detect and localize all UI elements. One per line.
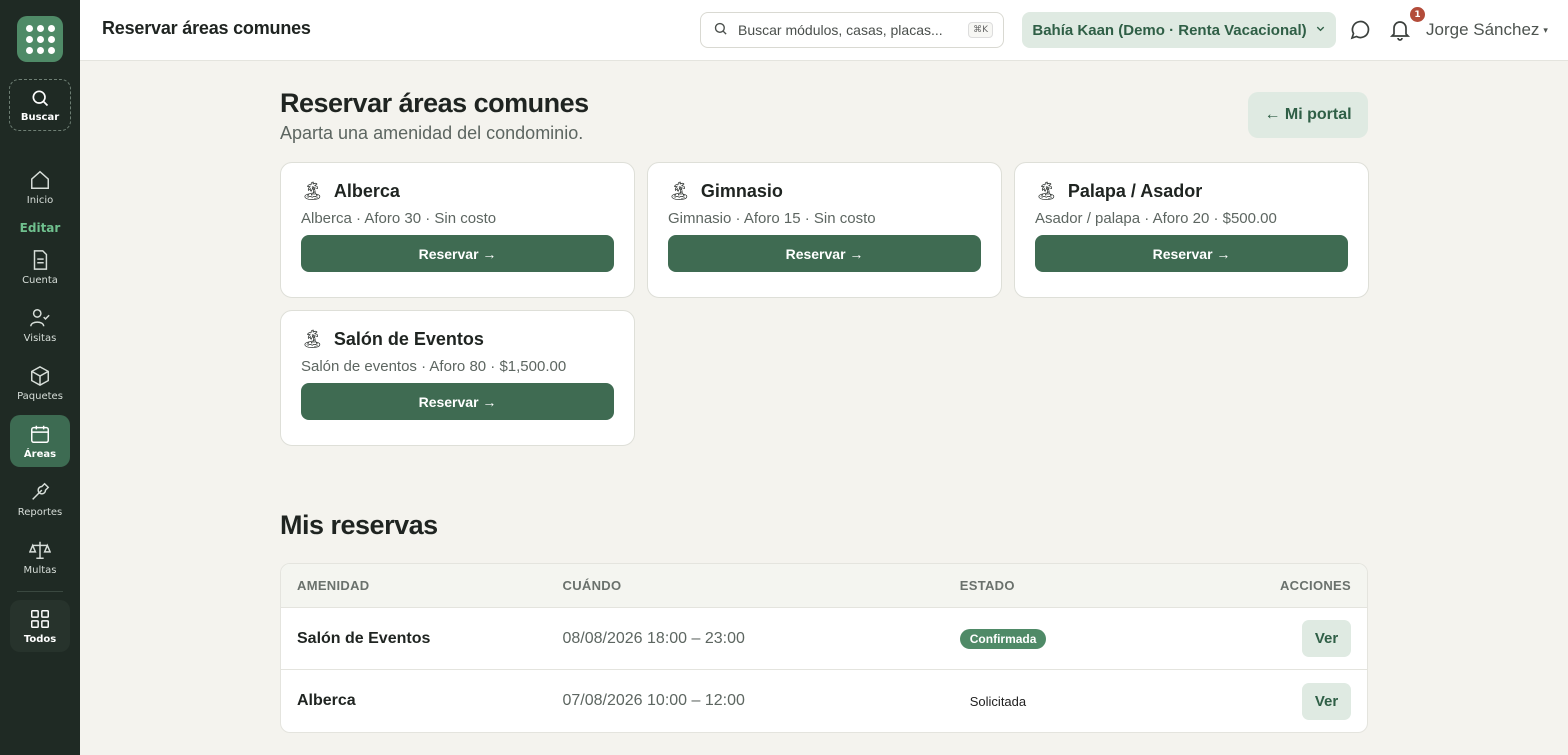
sidebar-item-label: Cuenta <box>22 274 58 286</box>
chat-icon[interactable] <box>1348 18 1372 46</box>
caret-down-icon: ▾ <box>1543 25 1548 36</box>
sidebar-item-reportes[interactable]: Reportes <box>10 473 70 525</box>
page-subtitle: Aparta una amenidad del condominio. <box>280 123 584 143</box>
sidebar-item-inicio[interactable]: Inicio <box>10 161 70 213</box>
column-header: ESTADO <box>959 578 1015 593</box>
sidebar-item-paquetes[interactable]: Paquetes <box>10 357 70 409</box>
column-header: AMENIDAD <box>297 578 370 593</box>
global-search[interactable]: ⌘K <box>700 12 1004 48</box>
amenity-title: Salón de Eventos <box>333 329 484 349</box>
calendar-icon <box>29 423 51 445</box>
sidebar-divider <box>17 591 63 592</box>
reservation-amenity: Alberca <box>297 692 356 709</box>
reservations-title: Mis reservas <box>280 510 438 540</box>
table-row: Alberca 07/08/2026 10:00 – 12:00 Solicit… <box>281 670 1367 732</box>
search-icon <box>713 21 728 40</box>
sidebar-item-areas[interactable]: Áreas <box>10 415 70 467</box>
amenity-title: Gimnasio <box>700 181 783 201</box>
sidebar-item-todos[interactable]: Todos <box>10 600 70 652</box>
sidebar-item-label: Visitas <box>23 332 57 344</box>
my-portal-button[interactable]: ← Mi portal <box>1248 92 1368 138</box>
wrench-icon <box>29 481 51 503</box>
chevron-down-icon <box>1315 23 1326 37</box>
grid-icon <box>29 608 51 630</box>
topbar: Reservar áreas comunes ⌘K Bahía Kaan (De… <box>80 0 1568 61</box>
reservation-amenity: Salón de Eventos <box>297 629 431 647</box>
amenity-title: Alberca <box>333 181 400 201</box>
home-icon <box>29 169 51 191</box>
sidebar-section-editar: Editar <box>19 221 61 235</box>
search-icon <box>30 88 50 108</box>
notification-badge: 1 <box>1410 7 1425 22</box>
palm-tree-icon: 🏝 <box>301 329 324 350</box>
table-header: AMENIDAD CUÁNDO ESTADO ACCIONES <box>281 564 1367 608</box>
topbar-title: Reservar áreas comunes <box>102 18 311 38</box>
user-menu[interactable]: Jorge Sánchez ▾ <box>1426 20 1548 40</box>
palm-tree-icon: 🏝 <box>301 181 324 202</box>
column-header: CUÁNDO <box>562 578 622 593</box>
reserve-button[interactable]: Reservar → <box>668 235 981 272</box>
tenant-selector[interactable]: Bahía Kaan (Demo · Renta Vacacional) <box>1022 12 1336 48</box>
sidebar-item-label: Áreas <box>23 448 57 460</box>
reserve-button[interactable]: Reservar → <box>1035 235 1348 272</box>
main-content: Reservar áreas comunes Aparta una amenid… <box>280 88 1369 733</box>
amenity-meta: Asador / palapa · Aforo 20 · $500.00 <box>1035 210 1277 227</box>
reservation-when: 08/08/2026 18:00 – 23:00 <box>562 629 745 647</box>
reserve-button[interactable]: Reservar → <box>301 235 614 272</box>
amenity-card-gimnasio: 🏝 Gimnasio Gimnasio · Aforo 15 · Sin cos… <box>647 162 1002 298</box>
status-badge: Solicitada <box>969 693 1027 709</box>
sidebar-search-button[interactable]: Buscar <box>9 79 71 131</box>
amenity-meta: Alberca · Aforo 30 · Sin costo <box>301 210 497 227</box>
user-name: Jorge Sánchez <box>1426 20 1540 39</box>
sidebar-item-label: Reportes <box>17 506 63 518</box>
app-logo-grid-icon[interactable] <box>17 16 63 62</box>
view-button[interactable]: Ver <box>1302 682 1352 720</box>
bell-icon[interactable] <box>1388 17 1412 45</box>
amenity-card-palapa: 🏝 Palapa / Asador Asador / palapa · Afor… <box>1014 162 1369 298</box>
sidebar: Buscar Inicio Editar Cuenta Visitas Paqu… <box>0 0 80 755</box>
sidebar-item-cuenta[interactable]: Cuenta <box>10 241 70 293</box>
sidebar-item-label: Paquetes <box>17 390 63 402</box>
view-button[interactable]: Ver <box>1302 620 1352 657</box>
column-header: ACCIONES <box>1279 578 1352 593</box>
reservation-when: 07/08/2026 10:00 – 12:00 <box>562 692 745 709</box>
search-input[interactable] <box>738 22 969 38</box>
amenity-meta: Gimnasio · Aforo 15 · Sin costo <box>668 210 876 227</box>
amenity-cards: 🏝 Alberca Alberca · Aforo 30 · Sin costo… <box>280 162 1369 446</box>
amenity-title: Palapa / Asador <box>1067 181 1203 201</box>
sidebar-search-label: Buscar <box>20 111 60 123</box>
tenant-name: Bahía Kaan (Demo · Renta Vacacional) <box>1032 21 1307 39</box>
sidebar-item-label: Inicio <box>26 194 54 206</box>
reservations-table: AMENIDAD CUÁNDO ESTADO ACCIONES Salón de… <box>280 563 1368 733</box>
sidebar-item-label: Todos <box>23 633 57 645</box>
reserve-button[interactable]: Reservar → <box>301 383 614 420</box>
amenity-card-salon: 🏝 Salón de Eventos Salón de eventos · Af… <box>280 310 635 446</box>
palm-tree-icon: 🏝 <box>668 181 691 202</box>
sidebar-item-visitas[interactable]: Visitas <box>10 299 70 351</box>
sidebar-item-label: Multas <box>23 564 57 576</box>
package-icon <box>29 365 51 387</box>
sidebar-item-multas[interactable]: Multas <box>10 531 70 583</box>
scale-icon <box>29 539 51 561</box>
user-check-icon <box>29 307 51 329</box>
shortcut-hint: ⌘K <box>968 22 993 38</box>
page-title: Reservar áreas comunes <box>280 88 589 118</box>
table-row: Salón de Eventos 08/08/2026 18:00 – 23:0… <box>281 608 1367 670</box>
document-icon <box>29 249 51 271</box>
amenity-meta: Salón de eventos · Aforo 80 · $1,500.00 <box>301 358 567 375</box>
amenity-card-alberca: 🏝 Alberca Alberca · Aforo 30 · Sin costo… <box>280 162 635 298</box>
palm-tree-icon: 🏝 <box>1035 181 1058 202</box>
status-badge: Confirmada <box>959 629 1047 649</box>
